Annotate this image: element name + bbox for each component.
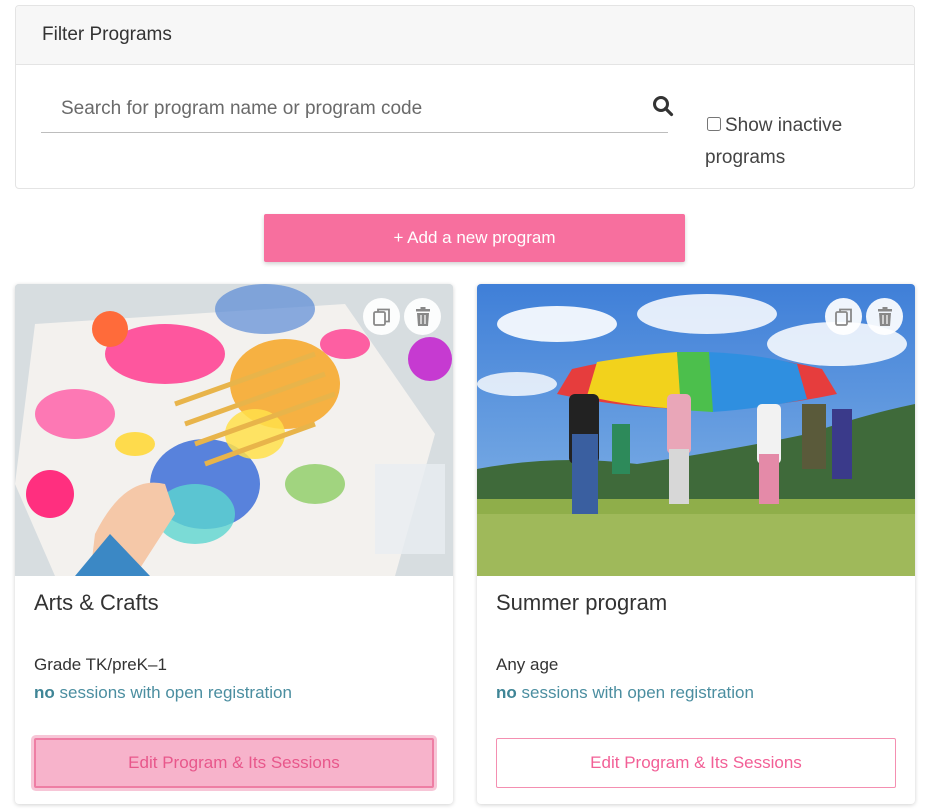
sessions-count: no [34,683,55,702]
delete-button[interactable] [404,298,441,335]
edit-program-button[interactable]: Edit Program & Its Sessions [496,738,896,788]
program-sessions: no sessions with open registration [34,683,292,703]
search-icon[interactable] [652,95,674,117]
filter-title: Filter Programs [16,6,914,65]
copy-button[interactable] [825,298,862,335]
program-card: Arts & Crafts Grade TK/preK–1 no session… [15,284,453,804]
show-inactive-checkbox[interactable] [707,117,721,132]
trash-icon [415,306,430,326]
sessions-text: sessions with open registration [54,683,292,702]
copy-icon [834,308,852,326]
sessions-count: no [496,683,517,702]
filter-panel: Filter Programs Show inactive programs [15,5,915,189]
arts-crafts-photo [15,284,453,576]
copy-icon [372,308,390,326]
program-age: Any age [496,655,559,674]
search-input[interactable] [41,89,631,129]
program-title: Arts & Crafts [34,590,159,615]
program-card: Summer program Any age no sessions with … [477,284,915,804]
delete-button[interactable] [866,298,903,335]
sessions-text: sessions with open registration [516,683,754,702]
show-inactive-label: Show inactive programs [705,115,843,168]
copy-button[interactable] [363,298,400,335]
search-box [41,89,674,133]
trash-icon [877,306,892,326]
edit-program-button[interactable]: Edit Program & Its Sessions [34,738,434,788]
program-title: Summer program [496,590,668,615]
summer-parachute-photo [477,284,915,576]
add-program-button[interactable]: + Add a new program [264,214,685,262]
show-inactive-toggle[interactable]: Show inactive programs [705,110,895,174]
program-age: Grade TK/preK–1 [34,655,167,674]
program-sessions: no sessions with open registration [496,683,754,703]
